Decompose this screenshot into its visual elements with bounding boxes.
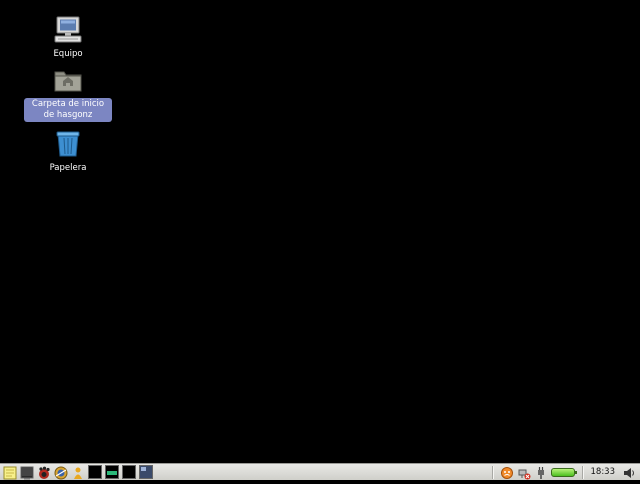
power-plug-icon[interactable] bbox=[534, 465, 548, 479]
clock[interactable]: 18:33 bbox=[587, 467, 620, 477]
workspace-1[interactable] bbox=[88, 465, 102, 479]
desktop-icon-label: Equipo bbox=[50, 48, 85, 61]
volume-icon[interactable] bbox=[622, 465, 636, 479]
trash-icon bbox=[52, 128, 84, 160]
quick-launch bbox=[0, 464, 153, 480]
terminal-icon[interactable] bbox=[20, 465, 34, 479]
desktop-icon-home-folder[interactable]: Carpeta de inicio de hasgonz bbox=[23, 64, 113, 122]
desktop-icon-trash[interactable]: Papelera bbox=[23, 128, 113, 175]
globe-icon[interactable] bbox=[54, 465, 68, 479]
system-tray: 18:33 bbox=[488, 464, 640, 480]
computer-icon bbox=[52, 14, 84, 46]
workspace-4[interactable] bbox=[139, 465, 153, 479]
gnome-foot-icon[interactable] bbox=[37, 465, 51, 479]
tray-separator bbox=[582, 466, 583, 479]
update-notifier-icon[interactable] bbox=[500, 465, 514, 479]
workspace-2[interactable] bbox=[105, 465, 119, 479]
tray-separator bbox=[492, 466, 493, 479]
user-icon[interactable] bbox=[71, 465, 85, 479]
desktop-icon-computer[interactable]: Equipo bbox=[23, 14, 113, 61]
desktop-icon-label: Papelera bbox=[47, 162, 90, 175]
taskbar: 18:33 bbox=[0, 463, 640, 480]
battery-icon[interactable] bbox=[551, 468, 575, 477]
workspace-3[interactable] bbox=[122, 465, 136, 479]
home-folder-icon bbox=[52, 64, 84, 96]
desktop-icon-label: Carpeta de inicio de hasgonz bbox=[24, 98, 112, 122]
notes-icon[interactable] bbox=[3, 465, 17, 479]
desktop[interactable]: Equipo Carpeta de inicio de hasgonz Pape… bbox=[0, 0, 640, 463]
network-disconnected-icon[interactable] bbox=[517, 465, 531, 479]
